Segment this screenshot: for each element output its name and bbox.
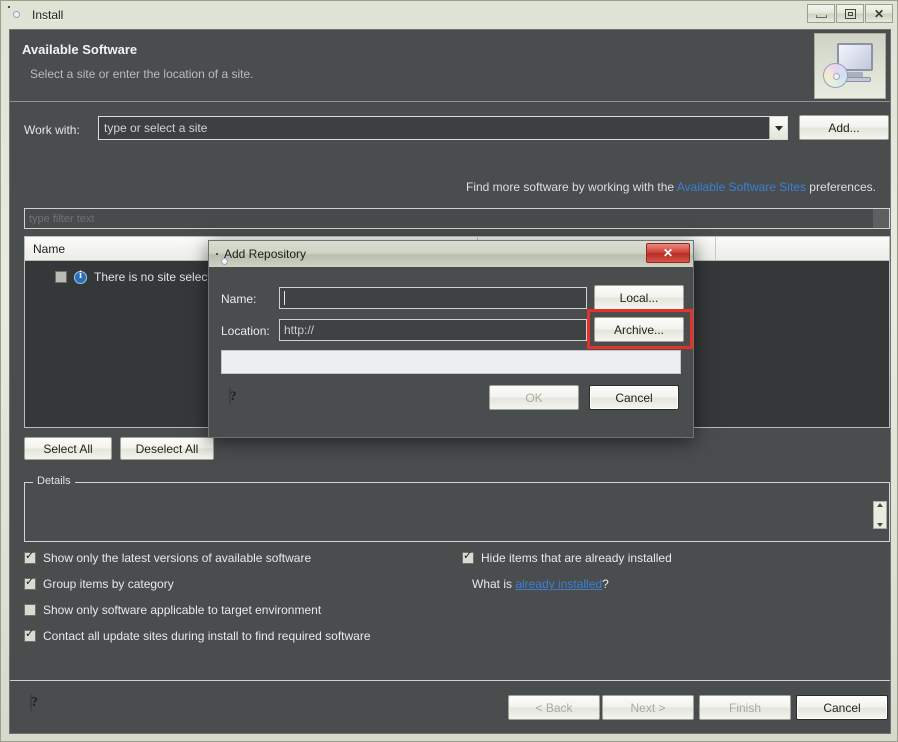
option-group-by-category[interactable]: Group items by category — [24, 576, 174, 591]
option-label: Contact all update sites during install … — [43, 629, 371, 643]
local-button[interactable]: Local... — [594, 285, 684, 310]
add-repository-dialog: Add Repository ✕ Name: Location: http://… — [208, 240, 694, 438]
ok-button[interactable]: OK — [489, 385, 579, 410]
option-label: Hide items that are already installed — [481, 551, 672, 565]
next-button[interactable]: Next > — [602, 695, 694, 720]
close-icon: ✕ — [662, 246, 674, 260]
caret-down-icon[interactable] — [877, 523, 883, 527]
option-label: Show only the latest versions of availab… — [43, 551, 312, 565]
restore-button[interactable] — [836, 4, 864, 23]
dialog-close-button[interactable]: ✕ — [646, 243, 690, 263]
option-label: Group items by category — [43, 577, 174, 591]
column-header-extra[interactable] — [716, 237, 889, 260]
add-site-button[interactable]: Add... — [799, 115, 889, 140]
find-more-prefix: Find more software by working with the — [466, 180, 677, 194]
dialog-title: Add Repository — [224, 247, 307, 261]
location-input[interactable]: http:// — [279, 319, 587, 341]
option-applicable-to-target-environment[interactable]: Show only software applicable to target … — [24, 603, 321, 617]
archive-button[interactable]: Archive... — [594, 317, 684, 342]
work-with-combo[interactable]: type or select a site — [98, 116, 788, 140]
what-is-already-installed: What is already installed? — [472, 577, 609, 591]
filter-text-input[interactable]: type filter text — [24, 208, 890, 229]
location-label: Location: — [221, 324, 270, 338]
dialog-titlebar: Add Repository ✕ — [209, 241, 693, 267]
find-more-text: Find more software by working with the A… — [466, 180, 876, 194]
checkbox[interactable] — [24, 628, 36, 642]
close-button[interactable]: ✕ — [865, 4, 893, 23]
page-title: Available Software — [22, 42, 138, 57]
text-caret — [284, 291, 285, 305]
checkbox[interactable] — [24, 604, 36, 616]
chevron-down-icon — [774, 125, 783, 131]
dialog-body: Name: Location: http:// Local... Archive… — [209, 267, 693, 437]
row-checkbox[interactable] — [55, 271, 67, 283]
available-software-sites-link[interactable]: Available Software Sites — [677, 180, 806, 194]
help-question-icon — [30, 693, 32, 712]
option-show-latest-versions[interactable]: Show only the latest versions of availab… — [24, 550, 312, 565]
details-legend: Details — [33, 475, 75, 487]
caret-up-icon[interactable] — [877, 503, 883, 507]
checkbox[interactable] — [462, 550, 474, 564]
window-title: Install — [32, 7, 64, 22]
name-input[interactable] — [279, 287, 587, 309]
wizard-footer: < Back Next > Finish Cancel — [10, 680, 890, 733]
work-with-label: Work with: — [24, 123, 80, 137]
finish-button[interactable]: Finish — [699, 695, 791, 720]
dialog-cancel-button[interactable]: Cancel — [589, 385, 679, 410]
cancel-button[interactable]: Cancel — [796, 695, 888, 720]
deselect-all-button[interactable]: Deselect All — [120, 437, 214, 460]
wizard-banner-image — [814, 33, 886, 99]
work-with-input[interactable]: type or select a site — [99, 121, 769, 135]
name-label: Name: — [221, 292, 257, 306]
monitor-cd-icon — [823, 43, 877, 89]
option-hide-already-installed[interactable]: Hide items that are already installed — [462, 550, 672, 565]
details-group: Details — [24, 475, 890, 542]
help-button[interactable] — [30, 693, 52, 716]
page-subtitle: Select a site or enter the location of a… — [30, 67, 254, 81]
info-icon — [74, 270, 87, 284]
option-contact-all-update-sites[interactable]: Contact all update sites during install … — [24, 628, 371, 643]
what-is-prefix: What is — [472, 577, 516, 591]
checkbox[interactable] — [24, 576, 36, 590]
find-more-suffix: preferences. — [805, 180, 876, 194]
dialog-message-area — [221, 350, 681, 374]
help-question-icon — [229, 386, 231, 405]
already-installed-link[interactable]: already installed — [515, 577, 602, 591]
window-controls: ✕ — [807, 4, 893, 23]
work-with-dropdown-button[interactable] — [769, 117, 787, 139]
back-button[interactable]: < Back — [508, 695, 600, 720]
window-titlebar: Install ✕ — [1, 1, 898, 28]
filter-clear-area — [873, 209, 889, 228]
install-app-icon — [9, 7, 25, 23]
dialog-help-button[interactable] — [229, 386, 249, 407]
install-window: Install ✕ Available Software Select a si… — [0, 0, 898, 742]
minimize-button[interactable] — [807, 4, 835, 23]
what-is-suffix: ? — [602, 577, 609, 591]
select-all-button[interactable]: Select All — [24, 437, 112, 460]
option-label: Show only software applicable to target … — [43, 603, 322, 617]
checkbox[interactable] — [24, 550, 36, 564]
filter-placeholder: type filter text — [29, 212, 95, 225]
wizard-header: Available Software Select a site or ente… — [10, 30, 890, 102]
close-icon: ✕ — [873, 6, 885, 21]
details-scrollbar[interactable] — [873, 501, 887, 529]
